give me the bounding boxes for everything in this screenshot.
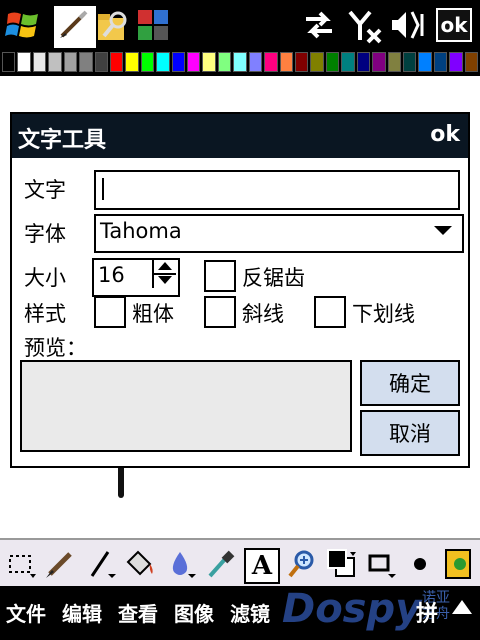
color-swatch[interactable] — [449, 52, 463, 72]
menu-filter[interactable]: 滤镜 — [230, 598, 270, 627]
windows-start-icon[interactable] — [4, 6, 42, 44]
color-swatch[interactable] — [402, 52, 417, 72]
zoom-tool-icon[interactable] — [286, 548, 318, 580]
text-caret — [102, 178, 104, 200]
color-swatch[interactable] — [63, 52, 78, 72]
menu-view[interactable]: 查看 — [118, 598, 158, 627]
color-swatch[interactable] — [248, 52, 263, 72]
program-grid-icon[interactable] — [134, 6, 172, 44]
text-input[interactable] — [94, 170, 460, 210]
menu-file[interactable]: 文件 — [6, 598, 46, 627]
menu-edit[interactable]: 编辑 — [62, 598, 102, 627]
italic-checkbox[interactable] — [204, 296, 236, 328]
color-palette — [0, 50, 480, 76]
color-swatch[interactable] — [387, 52, 401, 72]
color-swatch[interactable] — [79, 52, 93, 72]
text-tool-icon[interactable]: A — [244, 548, 280, 584]
spin-divider — [154, 273, 176, 275]
volume-icon[interactable] — [388, 6, 426, 44]
bold-label: 粗体 — [132, 302, 174, 326]
text-tool-dialog: 文字工具 ok 文字 字体 Tahoma 大小 16 反锯齿 样式 粗体 斜线 … — [10, 112, 470, 468]
rectangle-tool-icon[interactable] — [366, 548, 398, 580]
dospy-watermark: Dospy — [282, 586, 422, 632]
water-drop-icon[interactable] — [166, 548, 198, 580]
preview-label: 预览： — [24, 336, 87, 360]
confirm-button[interactable]: 确定 — [360, 360, 460, 406]
sip-toggle-icon[interactable] — [452, 600, 472, 614]
dropdown-arrow-icon — [434, 226, 452, 235]
font-select[interactable]: Tahoma — [94, 214, 464, 253]
bold-checkbox[interactable] — [94, 296, 126, 328]
dialog-title-bar: 文字工具 ok — [12, 114, 468, 158]
color-swatch[interactable] — [217, 52, 232, 72]
color-swatch[interactable] — [140, 52, 155, 72]
color-swatch[interactable] — [48, 52, 62, 72]
color-swatch[interactable] — [418, 52, 432, 72]
color-swatch[interactable] — [2, 52, 16, 72]
tool-bar: A — [0, 538, 480, 586]
antialias-label: 反锯齿 — [242, 266, 305, 290]
color-swatch[interactable] — [109, 52, 124, 72]
size-value: 16 — [98, 263, 125, 287]
color-swatch[interactable] — [171, 52, 186, 72]
color-swatch[interactable] — [325, 52, 340, 72]
paint-app-icon[interactable] — [54, 6, 96, 48]
eyedropper-icon[interactable] — [204, 548, 236, 580]
color-swatch[interactable] — [264, 52, 278, 72]
style-label: 样式 — [24, 302, 66, 326]
ok-button[interactable]: ok — [436, 8, 472, 42]
underline-checkbox[interactable] — [314, 296, 346, 328]
text-label: 文字 — [24, 178, 66, 202]
dialog-title: 文字工具 — [18, 128, 107, 153]
brush-size-icon[interactable] — [406, 548, 438, 580]
color-swatch[interactable] — [341, 52, 355, 72]
select-tool-icon[interactable] — [6, 548, 38, 580]
line-tool-icon[interactable] — [86, 548, 118, 580]
color-swatch[interactable] — [94, 52, 108, 72]
color-swatch[interactable] — [156, 52, 170, 72]
color-swatch[interactable] — [233, 52, 247, 72]
color-swatch[interactable] — [310, 52, 324, 72]
underline-label: 下划线 — [352, 302, 415, 326]
signal-off-icon[interactable] — [346, 6, 384, 44]
size-label: 大小 — [24, 266, 66, 290]
font-label: 字体 — [24, 222, 66, 246]
color-swatch[interactable] — [356, 52, 371, 72]
explorer-icon[interactable] — [94, 6, 132, 44]
color-swatch[interactable] — [295, 52, 309, 72]
antialias-checkbox[interactable] — [204, 260, 236, 292]
more-tools-icon[interactable] — [442, 548, 474, 580]
spin-up-icon[interactable] — [158, 262, 172, 270]
color-swatch[interactable] — [32, 52, 47, 72]
color-picker-icon[interactable] — [326, 548, 358, 580]
input-method-indicator[interactable]: 拼 — [416, 596, 438, 628]
preview-box — [20, 360, 352, 452]
color-swatch[interactable] — [372, 52, 386, 72]
menu-image[interactable]: 图像 — [174, 598, 214, 627]
font-select-value: Tahoma — [100, 219, 182, 243]
dialog-ok-button[interactable]: ok — [430, 122, 460, 147]
status-bar: ok — [0, 0, 480, 50]
color-swatch[interactable] — [433, 52, 448, 72]
color-swatch[interactable] — [464, 52, 479, 72]
brush-tool-icon[interactable] — [44, 548, 76, 580]
color-swatch[interactable] — [187, 52, 201, 72]
color-swatch[interactable] — [202, 52, 216, 72]
cancel-button[interactable]: 取消 — [360, 410, 460, 456]
connectivity-icon[interactable] — [300, 6, 338, 44]
spin-control[interactable] — [152, 260, 178, 288]
menu-bar: 文件 编辑 查看 图像 滤镜 Dospy 诺亚 方舟 拼 — [0, 586, 480, 640]
color-swatch[interactable] — [279, 52, 294, 72]
color-swatch[interactable] — [17, 52, 31, 72]
italic-label: 斜线 — [242, 302, 284, 326]
color-swatch[interactable] — [125, 52, 139, 72]
fill-bucket-icon[interactable] — [122, 548, 154, 580]
size-stepper[interactable]: 16 — [92, 258, 180, 297]
spin-down-icon[interactable] — [158, 276, 172, 284]
